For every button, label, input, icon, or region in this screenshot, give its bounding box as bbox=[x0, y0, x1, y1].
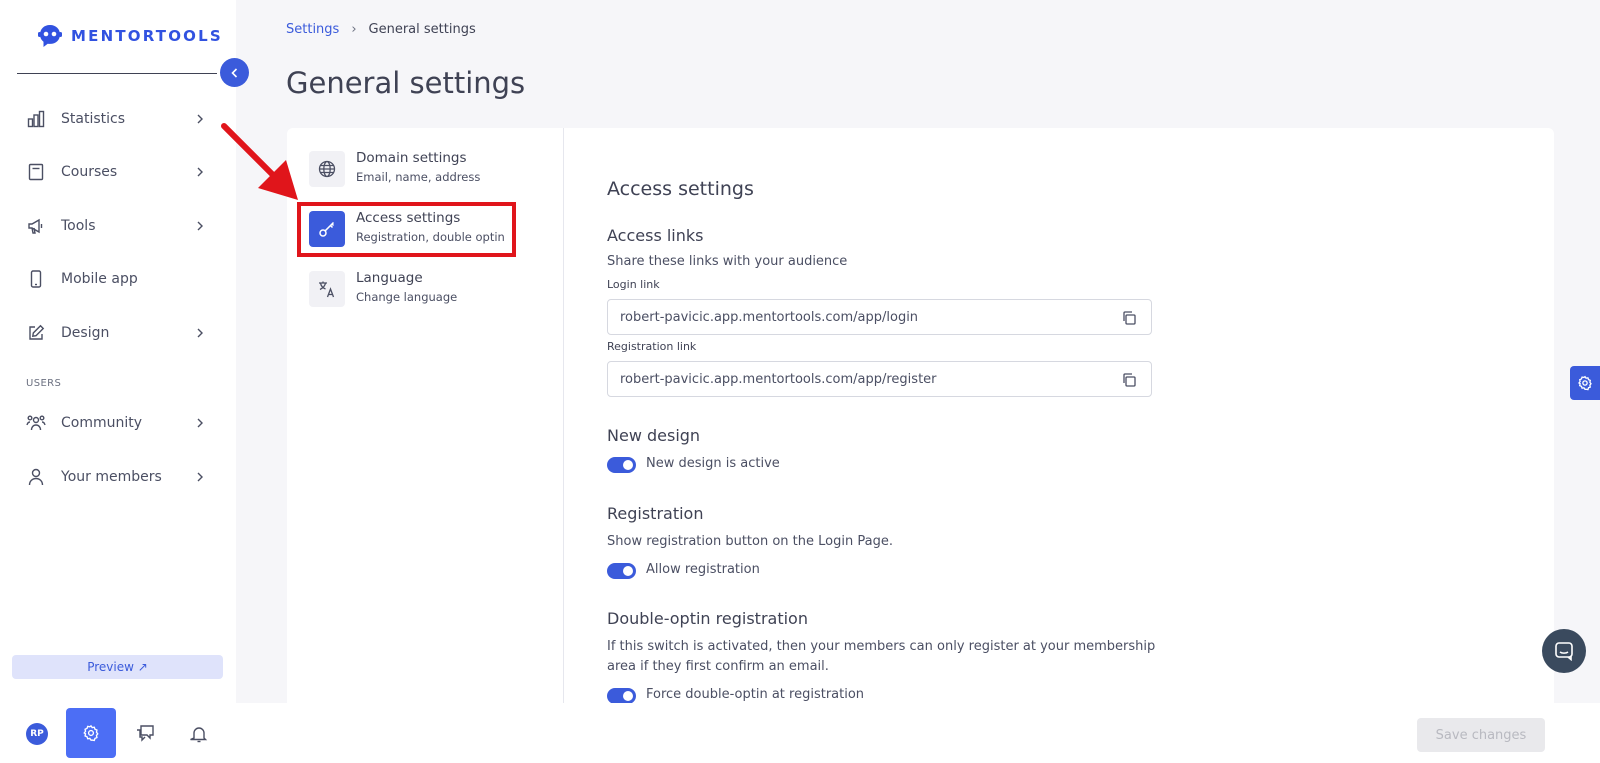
registration-heading: Registration bbox=[607, 504, 704, 523]
sidebar: MENTORTOOLS Statistics Courses Tools Mob… bbox=[0, 0, 236, 763]
settings-menu-subtitle: Email, name, address bbox=[356, 170, 481, 184]
new-design-toggle-label: New design is active bbox=[646, 456, 780, 471]
access-links-description: Share these links with your audience bbox=[607, 254, 848, 269]
bar-chart-icon bbox=[26, 109, 46, 129]
breadcrumb-current: General settings bbox=[368, 22, 476, 37]
double-optin-toggle-label: Force double-optin at registration bbox=[646, 687, 865, 702]
allow-registration-toggle[interactable] bbox=[607, 563, 636, 579]
book-icon bbox=[26, 162, 46, 182]
section-label-users: USERS bbox=[26, 378, 62, 389]
new-design-heading: New design bbox=[607, 426, 701, 445]
sidebar-item-label: Community bbox=[61, 415, 143, 431]
messages-button[interactable] bbox=[134, 723, 156, 745]
breadcrumb-separator: › bbox=[351, 22, 357, 37]
sidebar-item-courses[interactable]: Courses bbox=[0, 154, 236, 190]
login-link-field[interactable]: robert-pavicic.app.mentortools.com/app/l… bbox=[607, 299, 1152, 335]
footer-bar: Save changes bbox=[236, 703, 1600, 763]
breadcrumb: Settings › General settings bbox=[286, 22, 476, 37]
registration-link-value: robert-pavicic.app.mentortools.com/app/r… bbox=[620, 372, 937, 387]
bell-icon bbox=[190, 727, 208, 743]
collapse-sidebar-button[interactable] bbox=[220, 58, 249, 87]
community-icon bbox=[26, 413, 46, 433]
avatar[interactable]: RP bbox=[26, 723, 48, 745]
annotation-highlight-box bbox=[297, 202, 516, 257]
double-optin-heading: Double-optin registration bbox=[607, 609, 808, 628]
chevron-right-icon bbox=[197, 167, 203, 177]
mobile-icon bbox=[26, 269, 46, 289]
double-optin-description-line-1: If this switch is activated, then your m… bbox=[607, 639, 1156, 654]
new-design-toggle[interactable] bbox=[607, 457, 636, 473]
sidebar-item-label: Your members bbox=[61, 469, 162, 485]
sidebar-item-label: Tools bbox=[61, 218, 96, 234]
floating-settings-button[interactable] bbox=[1570, 366, 1600, 400]
sidebar-item-statistics[interactable]: Statistics bbox=[0, 101, 236, 137]
access-links-heading: Access links bbox=[607, 226, 704, 245]
sidebar-item-label: Courses bbox=[61, 164, 118, 180]
page-title: General settings bbox=[286, 66, 526, 100]
chat-icon bbox=[1555, 642, 1573, 661]
sidebar-bottom-bar: RP bbox=[0, 704, 236, 763]
chevron-right-icon bbox=[197, 418, 203, 428]
globe-icon bbox=[309, 151, 345, 187]
sidebar-item-mobile-app[interactable]: Mobile app bbox=[0, 261, 236, 297]
chevron-left-icon bbox=[230, 67, 237, 78]
sidebar-divider bbox=[17, 73, 217, 74]
copy-icon[interactable] bbox=[1121, 310, 1137, 326]
chevron-right-icon bbox=[197, 328, 203, 338]
double-optin-description-line-2: area if they first confirm an email. bbox=[607, 659, 829, 674]
breadcrumb-settings-link[interactable]: Settings bbox=[286, 22, 339, 37]
mentortools-logo-icon bbox=[38, 25, 62, 47]
user-icon bbox=[26, 467, 46, 487]
allow-registration-toggle-label: Allow registration bbox=[646, 562, 760, 577]
gear-icon bbox=[1578, 375, 1592, 391]
sidebar-item-your-members[interactable]: Your members bbox=[0, 459, 236, 495]
save-changes-button[interactable]: Save changes bbox=[1417, 718, 1545, 752]
settings-menu-title: Language bbox=[356, 270, 423, 286]
sidebar-item-label: Mobile app bbox=[61, 271, 138, 287]
annotation-arrow-icon bbox=[221, 123, 298, 200]
settings-menu-title: Domain settings bbox=[356, 150, 467, 166]
double-optin-toggle[interactable] bbox=[607, 688, 636, 703]
settings-menu-domain[interactable]: Domain settings Email, name, address bbox=[309, 146, 539, 192]
sidebar-item-label: Statistics bbox=[61, 111, 125, 127]
support-chat-button[interactable] bbox=[1542, 629, 1586, 673]
logo[interactable]: MENTORTOOLS bbox=[36, 22, 223, 50]
brand-name: MENTORTOOLS bbox=[71, 27, 223, 45]
edit-icon bbox=[26, 323, 46, 343]
chevron-right-icon bbox=[197, 472, 203, 482]
section-heading: Access settings bbox=[607, 178, 754, 200]
settings-button[interactable] bbox=[66, 708, 116, 758]
sidebar-item-label: Design bbox=[61, 325, 110, 341]
megaphone-icon bbox=[26, 216, 46, 236]
chevron-right-icon bbox=[197, 114, 203, 124]
chevron-right-icon bbox=[197, 221, 203, 231]
registration-link-label: Registration link bbox=[607, 340, 697, 353]
notifications-button[interactable] bbox=[188, 723, 210, 745]
copy-icon[interactable] bbox=[1121, 372, 1137, 388]
preview-button[interactable]: Preview ↗ bbox=[12, 655, 223, 679]
registration-description: Show registration button on the Login Pa… bbox=[607, 534, 893, 549]
settings-card: Domain settings Email, name, address Acc… bbox=[287, 128, 1554, 703]
settings-menu-language[interactable]: Language Change language bbox=[309, 266, 539, 312]
login-link-value: robert-pavicic.app.mentortools.com/app/l… bbox=[620, 310, 919, 325]
sidebar-item-community[interactable]: Community bbox=[0, 405, 236, 441]
card-divider bbox=[563, 128, 564, 703]
chat-icon bbox=[137, 725, 154, 742]
settings-menu-subtitle: Change language bbox=[356, 290, 458, 304]
gear-icon bbox=[83, 724, 99, 742]
translate-icon bbox=[309, 271, 345, 307]
sidebar-item-tools[interactable]: Tools bbox=[0, 208, 236, 244]
login-link-label: Login link bbox=[607, 278, 660, 291]
sidebar-item-design[interactable]: Design bbox=[0, 315, 236, 351]
registration-link-field[interactable]: robert-pavicic.app.mentortools.com/app/r… bbox=[607, 361, 1152, 397]
